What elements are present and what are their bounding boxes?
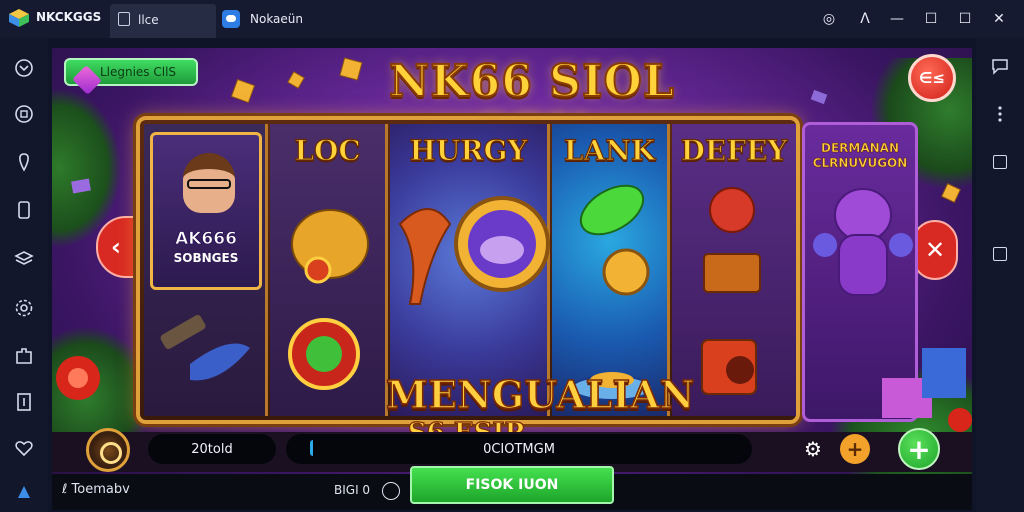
chat-app-icon [222,10,240,28]
red-flower-icon [56,356,100,400]
tag-button[interactable]: Llegnies CllS [64,58,198,95]
logo-icon[interactable] [12,480,36,504]
purple-monster-icon [813,188,913,296]
reel-2: LOC [270,124,388,416]
info-display: 0CIOTMGM [286,434,752,464]
puzzle-icon[interactable] [12,344,36,368]
close-panel-button[interactable]: ✕ [912,220,958,280]
square-icon[interactable] [990,244,1010,264]
add-bet-button[interactable]: + [898,428,940,470]
restore-button[interactable]: ☐ [920,8,942,30]
feature-side-panel-title: DERMANAN CLRNUVUGON [812,141,908,171]
reel-name: LOC [294,133,362,167]
slot-frame: AK666 SOBNGES LOC HURGY LANK DEFEY MENGU… [136,116,800,449]
gear-icon[interactable] [12,296,36,320]
reel-symbols [398,196,550,305]
tab-second[interactable]: Nokaeün [222,6,303,32]
gold-coin-icon [602,248,650,296]
right-sidebar [976,38,1024,512]
footer-left-label[interactable]: ℓ Toemabv [62,482,130,497]
dragon-icon [398,208,452,305]
green-leaf-icon [579,184,645,236]
tab-active[interactable]: llce [110,4,216,38]
tag-button-label: Llegnies CllS [99,65,177,79]
search-button[interactable]: FISOK IUON [410,466,614,504]
feature-card-subtitle: SOBNGES [173,251,239,265]
reel-symbols [288,209,369,390]
info-marker-icon [310,440,316,456]
title-bar: NKCKGGS llce Nokaeün ◎ ᐱ — ☐ ☐ ✕ [0,0,1024,38]
gold-cube-icon [230,78,256,104]
win-title: MENGUALIAN [385,371,695,418]
layers-icon[interactable] [12,246,36,270]
feature-card-title: AK666 [175,229,238,250]
expand-icon[interactable] [12,56,36,80]
notes-icon[interactable] [12,390,36,414]
target-icon[interactable]: ◎ [818,8,840,30]
app-logo-icon [9,9,29,27]
account-icon[interactable]: ᐱ [854,8,876,30]
reel-name: DEFEY [680,133,788,167]
close-window-button[interactable]: ✕ [988,8,1010,30]
add-coin-button[interactable]: + [840,434,870,464]
tab2-label: Nokaeün [250,12,304,26]
blade-icon [160,315,250,381]
tab-label: llce [138,13,159,27]
reel-name: LANK [563,133,656,167]
app-name: NKCKGGS [36,10,102,24]
game-viewport[interactable]: Llegnies CllS NK66 SIOL SOU ∈≤ ‹ ✕ AK666… [52,48,972,510]
toggle-icon[interactable] [382,482,400,500]
red-monster-icon [709,187,755,233]
coin-button[interactable] [86,428,130,472]
chat-icon[interactable] [990,56,1010,76]
close-game-button[interactable]: ∈≤ [908,54,956,102]
tab-window-icon [118,12,130,26]
more-icon[interactable] [990,104,1010,124]
reel-1: AK666 SOBNGES [144,124,268,416]
maximize-button[interactable]: ☐ [954,8,976,30]
glasses-icon [187,179,231,189]
location-icon[interactable] [12,150,36,174]
gold-coin-icon [304,256,332,284]
minimize-button[interactable]: — [886,8,908,30]
treasure-chest-icon [703,253,761,293]
square-icon[interactable] [990,152,1010,172]
heart-icon[interactable] [12,436,36,460]
gift-box-icon [882,348,972,432]
balance-display: 20told [148,434,276,464]
shield-icon[interactable] [12,102,36,126]
reel-symbols [701,187,761,395]
settings-gear-icon[interactable]: ⚙ [800,436,826,462]
gold-cube-icon [287,71,305,89]
reel-name: HURGY [409,133,528,167]
phone-icon[interactable] [12,198,36,222]
info-text: 0CIOTMGM [483,441,555,457]
purple-gem-icon [810,89,828,105]
left-sidebar [0,38,48,512]
feature-card[interactable]: AK666 SOBNGES [150,132,262,290]
footer-mid-label: BIGI 0 [334,483,371,497]
